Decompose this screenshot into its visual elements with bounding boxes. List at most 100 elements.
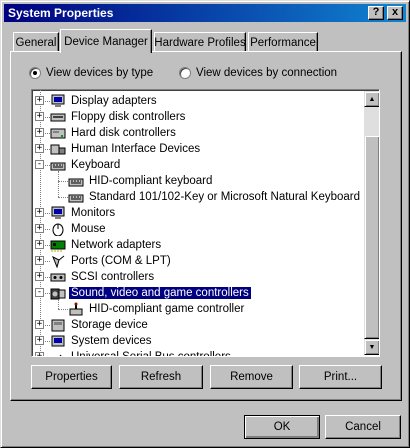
view-by-connection-radio[interactable]: View devices by connection: [179, 67, 337, 79]
device-tree-category[interactable]: Display adapters: [50, 93, 159, 109]
scroll-thumb[interactable]: [364, 135, 379, 339]
device-tree-category[interactable]: Universal Serial Bus controllers: [50, 349, 233, 357]
tree-connector: [45, 133, 50, 134]
sound-icon: [50, 288, 66, 300]
device-tree-category[interactable]: Floppy disk controllers: [50, 109, 187, 125]
title-bar[interactable]: System Properties ? x: [4, 4, 406, 22]
ok-button[interactable]: OK: [244, 415, 320, 439]
network-adapter-icon: [50, 240, 66, 252]
port-icon: [52, 255, 65, 268]
device-tree-category[interactable]: Human Interface Devices: [50, 141, 202, 157]
tree-connector: [45, 277, 50, 278]
device-label: SCSI controllers: [71, 271, 155, 283]
collapse-icon[interactable]: -: [35, 288, 44, 297]
device-tree[interactable]: ▲ ▼ Display adapters + Floppy disk control…: [31, 89, 380, 357]
tree-connector: [45, 213, 50, 214]
device-tree-category[interactable]: System devices: [50, 333, 154, 349]
device-tree-child-item[interactable]: HID-compliant game controller: [68, 301, 246, 317]
keyboard-icon: [68, 194, 84, 203]
expand-icon[interactable]: +: [35, 208, 44, 217]
tree-connector: [45, 341, 50, 342]
expand-icon[interactable]: +: [35, 224, 44, 233]
tree-scrollbar[interactable]: ▲ ▼: [364, 91, 379, 355]
close-button[interactable]: x: [387, 6, 403, 20]
device-tree-category[interactable]: Ports (COM & LPT): [50, 253, 173, 269]
hid-icon: [50, 144, 66, 155]
disk-controller-icon: [50, 128, 66, 139]
device-tree-category[interactable]: Hard disk controllers: [50, 125, 178, 141]
device-label: HID-compliant keyboard: [89, 175, 213, 187]
expand-icon[interactable]: +: [35, 352, 44, 356]
tree-connector: [45, 261, 50, 262]
collapse-icon[interactable]: -: [35, 160, 44, 169]
device-tree-child-item[interactable]: HID-compliant keyboard: [68, 173, 214, 189]
device-tree-category[interactable]: Mouse: [50, 221, 108, 237]
device-tree-category[interactable]: Network adapters: [50, 237, 163, 253]
expand-icon[interactable]: +: [35, 256, 44, 265]
device-tree-category[interactable]: Storage device: [50, 317, 150, 333]
system-device-icon: [51, 335, 65, 347]
monitor-icon: [51, 94, 65, 107]
help-button[interactable]: ?: [368, 6, 384, 20]
properties-button[interactable]: Properties: [31, 365, 112, 389]
device-tree-category[interactable]: Sound, video and game controllers: [50, 285, 252, 301]
expand-icon[interactable]: +: [35, 112, 44, 121]
tree-connector: [45, 101, 50, 102]
tab-device-manager[interactable]: Device Manager: [60, 29, 152, 53]
expand-icon[interactable]: +: [35, 128, 44, 137]
tree-connector: [58, 171, 59, 197]
device-tree-category[interactable]: SCSI controllers: [50, 269, 156, 285]
tree-connector: [58, 181, 68, 182]
device-tree-child-item[interactable]: Standard 101/102-Key or Microsoft Natura…: [68, 189, 362, 205]
expand-icon[interactable]: +: [35, 96, 44, 105]
tab-hardware-profiles[interactable]: Hardware Profiles: [154, 32, 246, 52]
scroll-down-button[interactable]: ▼: [364, 339, 379, 355]
window-title: System Properties: [8, 6, 114, 20]
tree-connector: [58, 299, 59, 309]
device-label: Monitors: [71, 207, 116, 219]
tree-connector: [45, 165, 50, 166]
usb-icon: [59, 354, 62, 356]
view-by-type-label: View devices by type: [46, 67, 154, 79]
device-tree-category[interactable]: Keyboard: [50, 157, 122, 173]
tree-connector: [45, 245, 50, 246]
mouse-icon: [52, 223, 64, 236]
floppy-controller-icon: [50, 113, 66, 122]
print-button[interactable]: Print...: [299, 365, 382, 389]
tree-connector: [45, 149, 50, 150]
tree-connector: [45, 293, 50, 294]
radio-unselected-indicator: [179, 67, 191, 79]
game-controller-icon: [69, 302, 83, 316]
view-by-connection-label: View devices by connection: [196, 67, 338, 79]
tree-connector: [45, 229, 50, 230]
scroll-up-button[interactable]: ▲: [364, 91, 379, 107]
device-label: Universal Serial Bus controllers: [71, 351, 231, 357]
tree-connector: [45, 325, 50, 326]
device-label: Keyboard: [71, 159, 121, 171]
expand-icon[interactable]: +: [35, 320, 44, 329]
expand-icon[interactable]: +: [35, 272, 44, 281]
remove-button[interactable]: Remove: [210, 365, 293, 389]
cancel-button[interactable]: Cancel: [325, 415, 401, 439]
expand-icon[interactable]: +: [35, 144, 44, 153]
expand-icon[interactable]: +: [35, 240, 44, 249]
tab-general[interactable]: General: [13, 32, 59, 52]
radio-selected-indicator: [29, 67, 41, 79]
expand-icon[interactable]: +: [35, 336, 44, 345]
keyboard-icon: [68, 178, 84, 187]
monitor-icon: [51, 206, 65, 219]
device-label: Floppy disk controllers: [71, 111, 186, 123]
device-label: Display adapters: [71, 95, 157, 107]
refresh-button[interactable]: Refresh: [119, 365, 203, 389]
tab-performance[interactable]: Performance: [248, 32, 318, 52]
device-label: Hard disk controllers: [71, 127, 176, 139]
tree-connector: [58, 309, 68, 310]
tree-connector: [58, 197, 68, 198]
device-tree-category[interactable]: Monitors: [50, 205, 117, 221]
device-label: Mouse: [71, 223, 106, 235]
device-label: Human Interface Devices: [71, 143, 201, 155]
view-by-type-radio[interactable]: View devices by type: [29, 67, 153, 79]
storage-icon: [51, 319, 65, 332]
device-label: HID-compliant game controller: [89, 303, 245, 315]
device-label: Storage device: [71, 319, 148, 331]
